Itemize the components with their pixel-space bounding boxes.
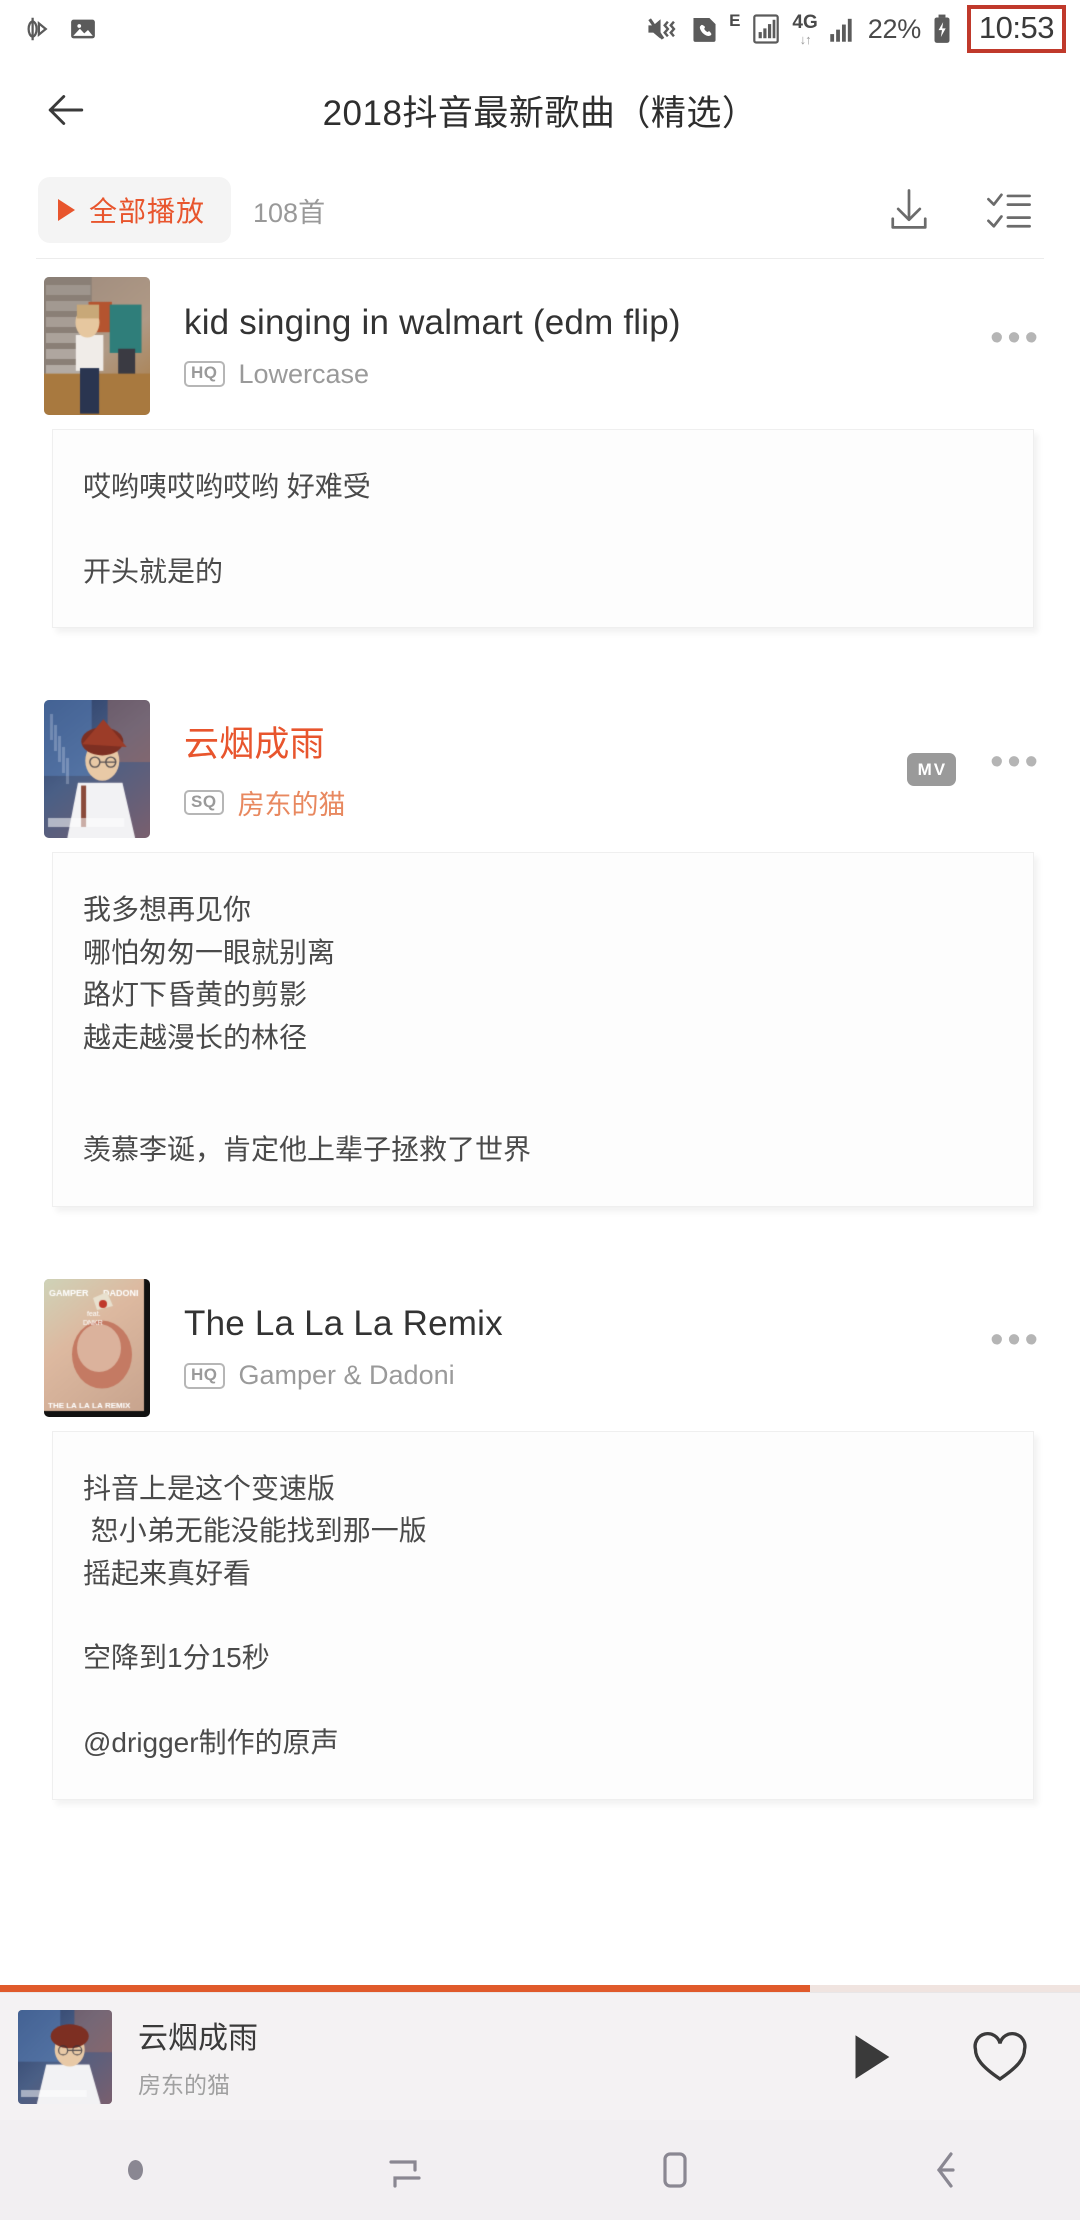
status-bar-right: E 4G ↓↑ 22% 10:53 bbox=[646, 5, 1066, 53]
network-e-icon: E bbox=[729, 11, 741, 30]
back-button[interactable] bbox=[34, 78, 98, 142]
comment-line: 羡慕李诞，肯定他上辈子拯救了世界 bbox=[83, 1134, 532, 1166]
call-sim-icon bbox=[691, 14, 718, 44]
home-icon[interactable] bbox=[540, 2120, 810, 2220]
more-horizontal-icon[interactable]: ••• bbox=[990, 1321, 1042, 1362]
song-artist: Lowercase bbox=[238, 358, 370, 389]
status-bar-clock: 10:53 bbox=[966, 5, 1066, 53]
song-row-actions: ••• bbox=[990, 1321, 1042, 1362]
song-list: kid singing in walmart (edm flip) HQ Low… bbox=[0, 259, 1080, 1800]
song-subtitle: HQ Lowercase bbox=[184, 359, 972, 390]
song-artist: Gamper & Dadoni bbox=[238, 1360, 455, 1391]
song-row[interactable]: 云烟成雨 SQ 房东的猫 MV ••• bbox=[0, 682, 1080, 852]
comment-gap bbox=[83, 1595, 1003, 1637]
song-subtitle: HQ Gamper & Dadoni bbox=[184, 1360, 972, 1391]
song-title: 云烟成雨 bbox=[184, 725, 325, 765]
mute-vibrate-icon bbox=[646, 14, 680, 44]
status-bar: E 4G ↓↑ 22% 10:53 bbox=[0, 0, 1080, 58]
play-triangle-icon bbox=[58, 199, 75, 221]
comment-card-wrap: 抖音上是这个变速版 恕小弟无能没能找到那一版 摇起来真好看 空降到1分15秒 @… bbox=[0, 1430, 1080, 1800]
dot-indicator[interactable] bbox=[0, 2120, 270, 2220]
status-bar-left bbox=[22, 14, 98, 44]
screenshot-image-icon bbox=[68, 14, 98, 44]
heart-outline-icon[interactable] bbox=[964, 2021, 1036, 2093]
quality-badge: HQ bbox=[184, 1362, 225, 1389]
play-all-button[interactable]: 全部播放 bbox=[38, 177, 232, 243]
comment-gap bbox=[83, 509, 1003, 551]
player-album-thumbnail[interactable] bbox=[18, 2009, 112, 2104]
recents-icon[interactable] bbox=[270, 2120, 540, 2220]
album-thumbnail[interactable] bbox=[44, 277, 150, 415]
mini-player[interactable]: 云烟成雨 房东的猫 bbox=[0, 1992, 1080, 2120]
player-meta: 云烟成雨 房东的猫 bbox=[138, 2013, 258, 2100]
comment-gap bbox=[83, 1680, 1003, 1722]
comment-line: 我多想再见你 bbox=[83, 894, 252, 926]
checklist-icon[interactable] bbox=[978, 179, 1040, 241]
song-row[interactable]: The La La La Remix HQ Gamper & Dadoni ••… bbox=[0, 1261, 1080, 1431]
play-icon[interactable] bbox=[834, 2021, 906, 2093]
back-icon[interactable] bbox=[810, 2120, 1080, 2220]
comment-line: @drigger制作的原声 bbox=[83, 1727, 339, 1759]
song-title: kid singing in walmart (edm flip) bbox=[184, 302, 681, 342]
song-title: The La La La Remix bbox=[184, 1304, 503, 1344]
quality-badge: HQ bbox=[184, 361, 225, 387]
signal-bars-icon bbox=[751, 13, 781, 45]
comment-line: 空降到1分15秒 bbox=[83, 1642, 270, 1674]
comment-gap bbox=[83, 1059, 1003, 1129]
song-subtitle: SQ 房东的猫 bbox=[184, 783, 889, 822]
comment-card-wrap: 我多想再见你 哪怕匆匆一眼就别离 路灯下昏黄的剪影 越走越漫长的林径 羡慕李诞，… bbox=[0, 852, 1080, 1207]
comment-card-wrap: 哎哟咦哎哟哎哟 好难受 开头就是的 bbox=[0, 429, 1080, 629]
comment-line: 越走越漫长的林径 bbox=[83, 1021, 308, 1053]
clock-label: 10:53 bbox=[978, 10, 1055, 45]
comment-card[interactable]: 哎哟咦哎哟哎哟 好难受 开头就是的 bbox=[52, 429, 1034, 629]
song-artist: 房东的猫 bbox=[237, 790, 346, 821]
comment-line: 摇起来真好看 bbox=[83, 1557, 252, 1589]
player-controls bbox=[834, 2021, 1036, 2093]
play-all-label: 全部播放 bbox=[89, 196, 206, 227]
mv-badge[interactable]: MV bbox=[906, 752, 957, 786]
more-horizontal-icon[interactable]: ••• bbox=[990, 319, 1042, 360]
song-meta: The La La La Remix HQ Gamper & Dadoni bbox=[184, 1304, 972, 1391]
player-song-title: 云烟成雨 bbox=[138, 2022, 258, 2055]
song-meta: 云烟成雨 SQ 房东的猫 bbox=[184, 716, 889, 822]
comment-line: 路灯下昏黄的剪影 bbox=[83, 979, 308, 1011]
app-header: 2018抖音最新歌曲（精选） bbox=[0, 58, 1080, 162]
android-nav-bar bbox=[0, 2120, 1080, 2220]
signal-bars-2-icon bbox=[829, 15, 857, 43]
album-thumbnail[interactable] bbox=[44, 700, 150, 839]
comment-line: 哪怕匆匆一眼就别离 bbox=[83, 936, 336, 968]
song-row[interactable]: kid singing in walmart (edm flip) HQ Low… bbox=[0, 259, 1080, 429]
comment-line: 抖音上是这个变速版 bbox=[83, 1472, 336, 1504]
comment-line: 开头就是的 bbox=[83, 555, 224, 587]
playlist-action-bar: 全部播放 108首 bbox=[0, 162, 1080, 258]
comment-card[interactable]: 抖音上是这个变速版 恕小弟无能没能找到那一版 摇起来真好看 空降到1分15秒 @… bbox=[52, 1430, 1034, 1800]
action-bar-right bbox=[878, 179, 1040, 241]
data-arrows-icon: ↓↑ bbox=[799, 31, 812, 47]
player-song-artist: 房东的猫 bbox=[138, 2072, 230, 2098]
quality-badge: SQ bbox=[184, 789, 224, 816]
battery-charging-icon bbox=[932, 14, 952, 44]
comment-line: 恕小弟无能没能找到那一版 bbox=[83, 1515, 427, 1547]
4g-data-icon: 4G ↓↑ bbox=[792, 13, 817, 46]
dot-icon bbox=[127, 2160, 143, 2180]
nfc-icon bbox=[22, 14, 52, 44]
page-title: 2018抖音最新歌曲（精选） bbox=[322, 93, 758, 133]
song-meta: kid singing in walmart (edm flip) HQ Low… bbox=[184, 303, 972, 390]
album-thumbnail[interactable] bbox=[44, 1278, 150, 1417]
song-count-label: 108首 bbox=[253, 197, 326, 228]
playback-progress-fill bbox=[0, 1985, 810, 1992]
download-icon[interactable] bbox=[878, 179, 940, 241]
battery-percent-label: 22% bbox=[867, 13, 921, 44]
playback-progress-bar[interactable] bbox=[0, 1985, 1080, 1992]
more-horizontal-icon[interactable]: ••• bbox=[990, 742, 1042, 784]
4g-label: 4G bbox=[792, 11, 818, 33]
comment-card[interactable]: 我多想再见你 哪怕匆匆一眼就别离 路灯下昏黄的剪影 越走越漫长的林径 羡慕李诞，… bbox=[52, 852, 1034, 1207]
comment-line: 哎哟咦哎哟哎哟 好难受 bbox=[83, 471, 371, 502]
song-row-actions: MV ••• bbox=[906, 742, 1042, 786]
song-row-actions: ••• bbox=[990, 319, 1042, 360]
